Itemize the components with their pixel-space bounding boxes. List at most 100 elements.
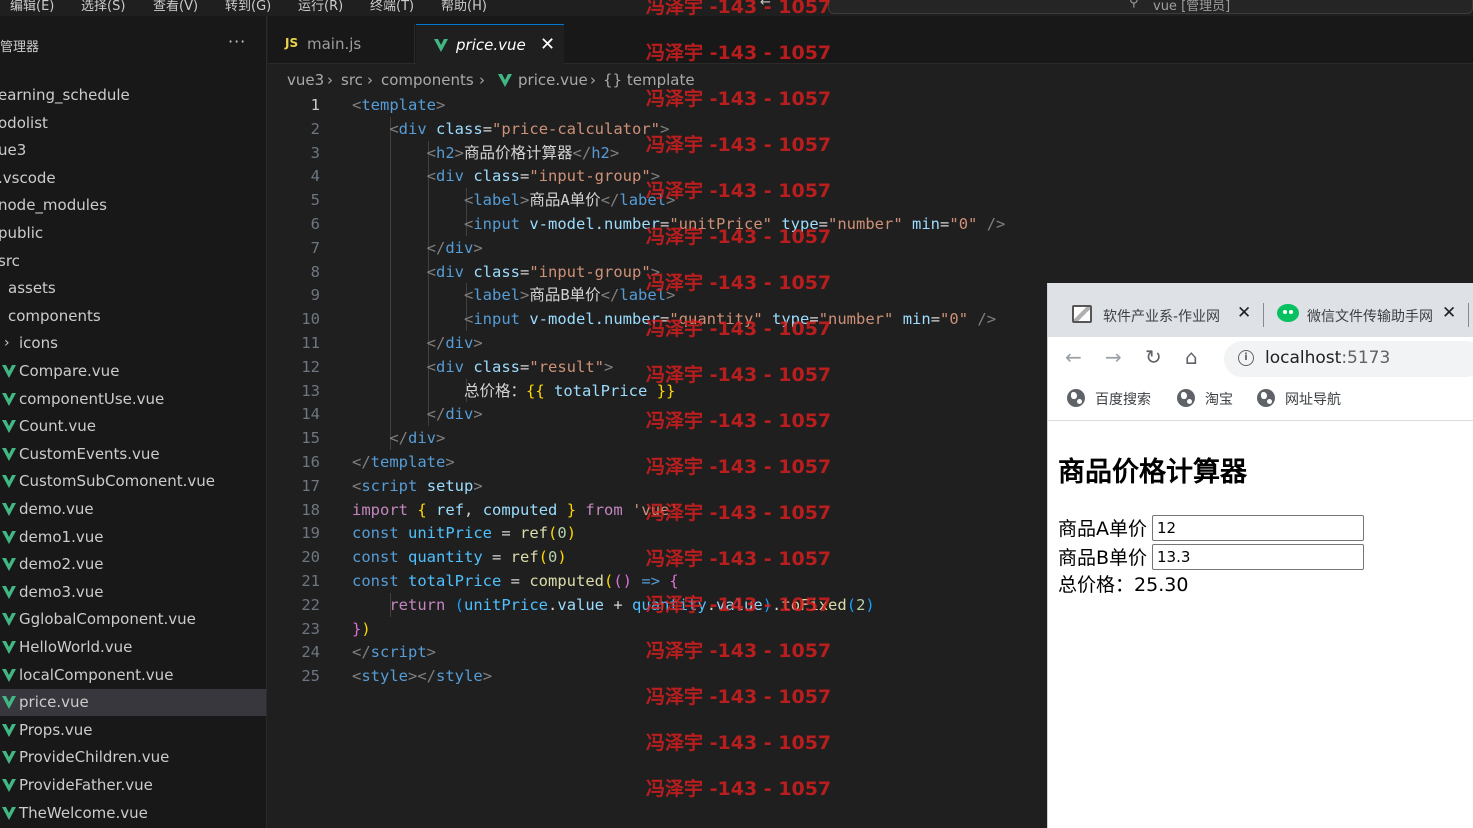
tree-item-providefather-vue[interactable]: ProvideFather.vue xyxy=(0,772,266,799)
tab-price-vue[interactable]: price.vue ✕ xyxy=(416,24,564,64)
tree-item--vscode[interactable]: .vscode xyxy=(0,165,266,192)
nav-back-arrow-icon[interactable]: ← xyxy=(760,0,771,10)
code-line[interactable]: 23}) xyxy=(268,617,1048,641)
code-token: 商品价格计算器 xyxy=(464,143,573,162)
tree-item-node-modules[interactable]: node_modules xyxy=(0,192,266,219)
address-bar[interactable]: i localhost:5173 xyxy=(1224,341,1473,377)
tree-item-earning-schedule[interactable]: earning_schedule xyxy=(0,82,266,109)
menu-go[interactable]: 转到(G) xyxy=(225,0,271,14)
tree-item-label: src xyxy=(0,251,20,270)
tree-item-assets[interactable]: assets xyxy=(0,275,266,302)
bookmark-taobao[interactable]: 淘宝 xyxy=(1205,389,1233,409)
tree-item-demo2-vue[interactable]: demo2.vue xyxy=(0,551,266,578)
tree-item-compare-vue[interactable]: Compare.vue xyxy=(0,358,266,385)
tree-item-gglobalcomponent-vue[interactable]: GglobalComponent.vue xyxy=(0,606,266,633)
reload-icon[interactable]: ↻ xyxy=(1145,345,1162,369)
tree-item-thewelcome-vue[interactable]: TheWelcome.vue xyxy=(0,800,266,827)
address-text: localhost:5173 xyxy=(1265,348,1390,368)
browser-tab-wechat[interactable]: 微信文件传输助手网 ✕ xyxy=(1261,295,1473,337)
code-line[interactable]: 15 </div> xyxy=(268,426,1048,450)
code-token: div xyxy=(445,238,474,257)
code-token: </ xyxy=(600,286,620,305)
back-arrow-icon[interactable]: ← xyxy=(1065,345,1082,369)
browser-tab-label: 软件产业系-作业网 xyxy=(1103,309,1221,325)
result-value: 25.30 xyxy=(1134,574,1189,596)
unit-price-input[interactable]: 12 xyxy=(1152,515,1364,541)
code-line[interactable]: 21 const totalPrice = computed(() => { xyxy=(268,569,1048,593)
code-line[interactable]: 13 总价格：{{ totalPrice }} xyxy=(268,379,1048,403)
tree-item-count-vue[interactable]: Count.vue xyxy=(0,413,266,440)
code-line[interactable]: 25 <style></style> xyxy=(268,664,1048,688)
tree-item-demo3-vue[interactable]: demo3.vue xyxy=(0,579,266,606)
code-line[interactable]: 20 const quantity = ref(0) xyxy=(268,545,1048,569)
bookmark-baidu[interactable]: 百度搜索 xyxy=(1095,389,1151,409)
code-line[interactable]: 24 </script> xyxy=(268,640,1048,664)
info-icon[interactable]: i xyxy=(1238,350,1254,366)
forward-arrow-icon[interactable]: → xyxy=(1105,345,1122,369)
code-line[interactable]: 12 <div class="result"> xyxy=(268,355,1048,379)
tree-item-helloworld-vue[interactable]: HelloWorld.vue xyxy=(0,634,266,661)
code-editor[interactable]: 1 <template> 2 <div class="price-calculato… xyxy=(268,92,1048,828)
code-line[interactable]: 3 <h2>商品价格计算器</h2> xyxy=(268,141,1048,165)
breadcrumb-components[interactable]: components xyxy=(381,71,474,89)
menu-terminal[interactable]: 终端(T) xyxy=(370,0,414,14)
code-line[interactable]: 6 <input v-model.number="unitPrice" type… xyxy=(268,212,1048,236)
quantity-input[interactable]: 13.3 xyxy=(1152,544,1364,570)
tree-item-componentuse-vue[interactable]: componentUse.vue xyxy=(0,386,266,413)
code-line[interactable]: 1 <template> xyxy=(268,93,1048,117)
close-tab-icon[interactable]: ✕ xyxy=(1442,303,1456,323)
breadcrumb-price-vue[interactable]: price.vue xyxy=(518,71,588,89)
tree-item-props-vue[interactable]: Props.vue xyxy=(0,717,266,744)
tree-item-customsubcomonent-vue[interactable]: CustomSubComonent.vue xyxy=(0,468,266,495)
menu-help[interactable]: 帮助(H) xyxy=(441,0,487,14)
command-center[interactable]: ⚲ vue [管理员] xyxy=(828,0,1473,14)
home-icon[interactable]: ⌂ xyxy=(1185,345,1198,369)
tree-item-localcomponent-vue[interactable]: localComponent.vue xyxy=(0,662,266,689)
breadcrumb-template[interactable]: {} template xyxy=(603,71,695,89)
browser-tab-homework[interactable]: 软件产业系-作业网 ✕ xyxy=(1054,295,1264,337)
line-number: 13 xyxy=(301,381,320,400)
tab-main-js[interactable]: JS main.js xyxy=(268,24,415,64)
menu-view[interactable]: 查看(V) xyxy=(153,0,198,14)
tree-item-demo-vue[interactable]: demo.vue xyxy=(0,496,266,523)
code-line[interactable]: 16 </template> xyxy=(268,450,1048,474)
code-line[interactable]: 4 <div class="input-group"> xyxy=(268,164,1048,188)
code-token: const xyxy=(352,548,399,567)
code-line[interactable]: 2 <div class="price-calculator"> xyxy=(268,117,1048,141)
tree-item-price-vue[interactable]: price.vue xyxy=(0,689,266,717)
tree-item-providechildren-vue[interactable]: ProvideChildren.vue xyxy=(0,744,266,771)
more-actions-icon[interactable]: ··· xyxy=(228,32,246,51)
code-line[interactable]: 5 <label>商品A单价</label> xyxy=(268,188,1048,212)
code-line[interactable]: 17 <script setup> xyxy=(268,474,1048,498)
tree-item-icons[interactable]: › icons xyxy=(0,330,266,357)
tree-item-ue3[interactable]: ue3 xyxy=(0,137,266,164)
code-line[interactable]: 10 <input v-model.number="quantity" type… xyxy=(268,307,1048,331)
tree-item-odolist[interactable]: odolist xyxy=(0,110,266,137)
code-line[interactable]: 11 </div> xyxy=(268,331,1048,355)
search-icon: ⚲ xyxy=(1129,0,1139,10)
code-line[interactable]: 19 const unitPrice = ref(0) xyxy=(268,521,1048,545)
tree-item-components[interactable]: components xyxy=(0,303,266,330)
tree-item-src[interactable]: src xyxy=(0,248,266,275)
tree-item-public[interactable]: public xyxy=(0,220,266,247)
breadcrumb-vue3[interactable]: vue3 xyxy=(287,71,324,89)
code-line[interactable]: 22 return (unitPrice.value + quantity.va… xyxy=(268,593,1048,617)
menu-selection[interactable]: 选择(S) xyxy=(81,0,125,14)
close-tab-icon[interactable]: ✕ xyxy=(1237,303,1251,323)
tree-item-label: demo2.vue xyxy=(19,555,104,574)
tree-item-customevents-vue[interactable]: CustomEvents.vue xyxy=(0,441,266,468)
breadcrumb-src[interactable]: src xyxy=(341,71,363,89)
code-line[interactable]: 14 </div> xyxy=(268,402,1048,426)
code-line[interactable]: 9 <label>商品B单价</label> xyxy=(268,283,1048,307)
code-line[interactable]: 8 <div class="input-group"> xyxy=(268,260,1048,284)
menu-edit[interactable]: 编辑(E) xyxy=(10,0,54,14)
code-line[interactable]: 7 </div> xyxy=(268,236,1048,260)
code-line[interactable]: 18 import { ref, computed } from 'vue' xyxy=(268,498,1048,522)
globe-icon xyxy=(1177,389,1195,407)
tree-item-demo1-vue[interactable]: demo1.vue xyxy=(0,524,266,551)
close-tab-icon[interactable]: ✕ xyxy=(540,34,555,55)
menu-run[interactable]: 运行(R) xyxy=(298,0,343,14)
bookmark-nav[interactable]: 网址导航 xyxy=(1285,389,1341,409)
